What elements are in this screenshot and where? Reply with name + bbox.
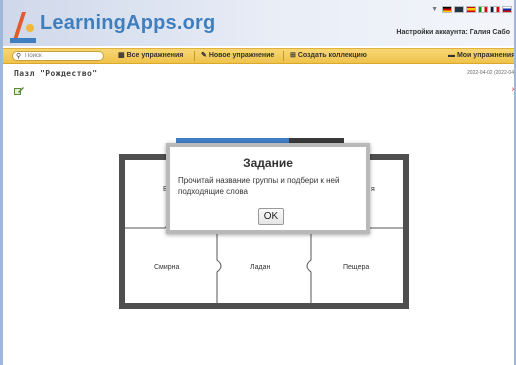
flag-de-icon[interactable] [442,6,452,13]
flag-ru-icon[interactable] [502,6,512,13]
new-exercise-label: Новое упражнение [208,52,275,59]
collection-icon: ⊞ [290,52,298,59]
window-edge-left [0,0,3,365]
language-flags: ▼ [431,6,512,13]
flag-it-icon[interactable] [478,6,488,13]
account-settings-link[interactable]: Настройки аккаунта: Галия Сабо [396,29,510,36]
my-exercises-label: Мои упражнения [456,52,516,59]
date-label: 2022-04-02 (2022-04 [467,70,514,76]
my-exercises-link[interactable]: ▬ Мои упражнения [448,51,515,61]
edit-icon[interactable] [14,86,24,95]
create-collection-link[interactable]: ⊞ Создать коллекцию [290,51,367,61]
flag-es-icon[interactable] [466,6,476,13]
grid-icon: ▦ [118,52,127,59]
ok-button[interactable]: OK [258,208,284,225]
flag-fr-icon[interactable] [490,6,500,13]
toolbar-divider [283,51,284,61]
header: LearningApps.org ▼ Настройки аккаунта: Г… [0,0,516,46]
puzzle-piece[interactable]: я [371,186,375,193]
toolbar: ⚲ ▦ Все упражнения ✎ Новое упражнение ⊞ … [0,48,516,64]
all-exercises-label: Все упражнения [126,52,184,59]
logo-icon[interactable] [10,10,38,44]
toolbar-divider [194,51,195,61]
search-icon: ⚲ [16,53,22,60]
page: LearningApps.org ▼ Настройки аккаунта: Г… [0,0,516,365]
puzzle-piece[interactable]: Смирна [154,264,179,271]
folder-icon: ▬ [448,52,457,59]
pencil-icon: ✎ [201,52,209,59]
new-exercise-link[interactable]: ✎ Новое упражнение [201,51,274,61]
title-row: Пазл "Рождество" 2022-04-02 (2022-04 [0,68,516,80]
logo-text[interactable]: LearningApps.org [40,12,215,35]
dialog-body: Прочитай название группы и подбери к ней… [178,176,340,196]
all-exercises-link[interactable]: ▦ Все упражнения [118,51,183,61]
dialog-title: Задание [243,156,293,170]
page-title: Пазл "Рождество" [14,69,98,78]
flag-gb-icon[interactable] [454,6,464,13]
task-dialog: Задание Прочитай название группы и подбе… [166,143,370,234]
create-collection-label: Создать коллекцию [297,52,367,59]
language-dropdown-icon[interactable]: ▼ [431,6,438,13]
puzzle-piece[interactable]: Пещера [343,264,369,271]
search-input[interactable] [25,52,101,60]
search-box[interactable]: ⚲ [12,51,104,61]
puzzle-piece[interactable]: Ладан [250,264,270,271]
